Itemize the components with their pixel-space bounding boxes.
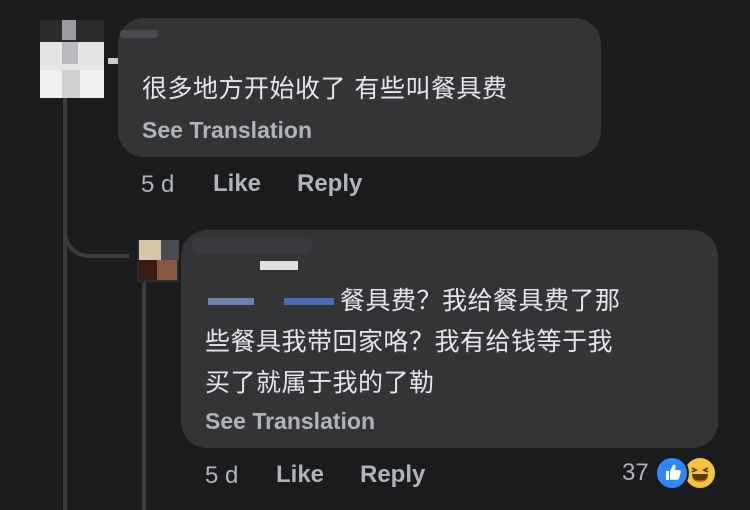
reply-button[interactable]: Reply: [297, 170, 362, 198]
comment-timestamp[interactable]: 5 d: [141, 171, 174, 199]
reply-reply-button[interactable]: Reply: [360, 461, 425, 489]
reply-text-line1: 餐具费？我给餐具费了那: [340, 286, 621, 315]
comment-text: 很多地方开始收了 有些叫餐具费: [142, 74, 508, 103]
reply-timestamp[interactable]: 5 d: [205, 462, 238, 490]
like-icon: [654, 456, 689, 490]
reply-like-button[interactable]: Like: [276, 461, 324, 489]
like-button[interactable]: Like: [213, 170, 261, 198]
commenter-avatar[interactable]: [40, 20, 104, 98]
reply-avatar[interactable]: [137, 240, 179, 282]
mention-redacted: [208, 298, 254, 305]
commenter-name-redacted: [120, 30, 158, 38]
reaction-count: 37: [622, 459, 649, 486]
see-translation-link[interactable]: See Translation: [142, 117, 312, 144]
thread-connector: [63, 210, 129, 258]
reply-name-redacted: [192, 238, 312, 254]
thread-line-main: [63, 98, 67, 510]
reaction-summary[interactable]: 37: [622, 456, 717, 490]
reply-text-line2: 些餐具我带回家咯？我有给钱等于我: [205, 327, 614, 356]
see-translation-link-reply[interactable]: See Translation: [205, 408, 375, 435]
reply-text-line3: 买了就属于我的了勒: [205, 368, 435, 397]
thread-line-reply: [142, 282, 146, 510]
